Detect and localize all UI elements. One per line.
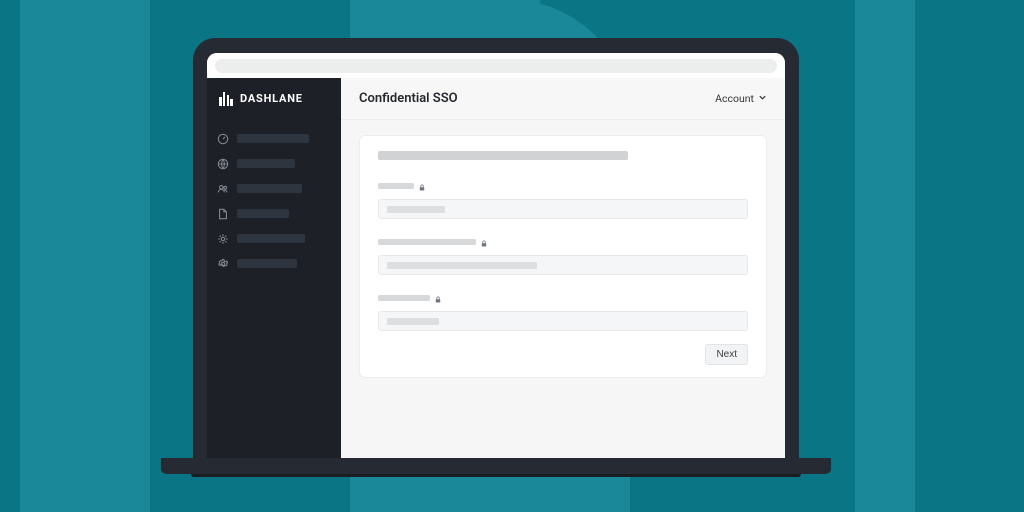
sidebar-item-1[interactable] [217,155,331,172]
sidebar-item-0[interactable] [217,130,331,147]
account-label: Account [715,92,754,105]
brand-name: DASHLANE [240,92,303,105]
dashlane-logo-icon [219,91,234,106]
lock-icon [419,176,425,195]
sidebar-item-2[interactable] [217,180,331,197]
laptop-base [161,458,831,474]
field-label [378,295,430,301]
cog-icon [217,258,229,270]
sidebar-item-label [237,184,302,193]
text-input-2[interactable] [378,311,748,331]
setup-card: Next [359,135,767,378]
sidebar-item-5[interactable] [217,255,331,272]
gear-icon [217,233,229,245]
sidebar-item-label [237,159,295,168]
form-field-2 [378,288,748,331]
sidebar-item-label [237,234,305,243]
sidebar-item-label [237,209,289,218]
chevron-down-icon [758,92,767,105]
sidebar-item-3[interactable] [217,205,331,222]
field-label [378,239,476,245]
lock-icon [481,232,487,251]
brand-logo[interactable]: DASHLANE [207,78,341,120]
url-bar[interactable] [215,59,777,73]
text-input-0[interactable] [378,199,748,219]
browser-chrome [207,53,785,78]
users-icon [217,183,229,195]
globe-icon [217,158,229,170]
page-header: Confidential SSO Account [341,78,785,120]
sidebar-item-label [237,259,297,268]
sidebar-nav [207,120,341,272]
file-icon [217,208,229,220]
card-title [378,151,628,160]
form-field-0 [378,176,748,219]
next-button[interactable]: Next [705,344,748,365]
sidebar: DASHLANE [207,78,341,458]
text-input-1[interactable] [378,255,748,275]
main-content: Confidential SSO Account [341,78,785,458]
gauge-icon [217,133,229,145]
sidebar-item-4[interactable] [217,230,331,247]
page-title: Confidential SSO [359,91,458,106]
sidebar-item-label [237,134,309,143]
account-menu[interactable]: Account [715,92,767,105]
form-field-1 [378,232,748,275]
field-label [378,183,414,189]
lock-icon [435,288,441,307]
laptop-frame: DASHLANE [193,38,831,474]
